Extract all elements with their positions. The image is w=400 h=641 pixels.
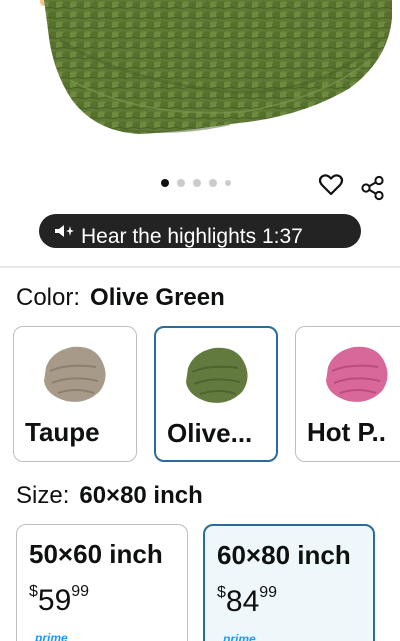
carousel-dot[interactable] [177,179,185,187]
prime-badge: prime [35,631,68,641]
size-label: Size: [16,482,70,509]
product-image[interactable] [0,0,400,172]
color-option-olive[interactable]: Olive... [154,326,278,462]
carousel-dot[interactable] [225,180,231,186]
color-label: Color: [16,284,81,311]
color-option-taupe[interactable]: Taupe [13,326,137,462]
color-option-label: Olive... [167,418,253,448]
size-option-60x80[interactable]: 60×80 inch $8499 prime [203,524,375,641]
hot-pink-blanket-thumbnail [326,346,388,402]
size-option-label: 50×60 inch [29,539,163,569]
color-selection-label: Color: Olive Green [16,284,225,312]
size-option-50x60[interactable]: 50×60 inch $5999 prime [16,524,188,641]
hear-highlights-button[interactable]: Hear the highlights 1:37 [39,214,361,248]
olive-blanket-thumbnail [186,347,248,403]
wishlist-heart-icon[interactable] [318,172,344,198]
carousel-dot[interactable] [193,179,201,187]
carousel-dot[interactable] [161,179,169,187]
size-option-label: 60×80 inch [217,540,351,570]
selected-color-value: Olive Green [90,284,225,311]
prime-badge: prime [223,632,256,641]
color-option-label: Taupe [25,417,100,447]
olive-blanket-image [44,0,392,134]
carousel-dot[interactable] [209,179,217,187]
color-option-label: Hot P.. [307,417,386,447]
image-carousel-dots [161,179,231,187]
taupe-blanket-thumbnail [44,346,106,402]
section-divider [0,266,400,268]
share-icon[interactable] [360,175,386,201]
size-option-price: $8499 [217,584,278,618]
size-selection-label: Size: 60×80 inch [16,482,203,510]
selected-size-value: 60×80 inch [79,482,203,509]
size-option-price: $5999 [29,583,90,617]
hear-highlights-label: Hear the highlights 1:37 [81,225,303,248]
speaker-sparkle-icon [55,225,74,237]
color-option-hot-pink[interactable]: Hot P.. [295,326,400,462]
